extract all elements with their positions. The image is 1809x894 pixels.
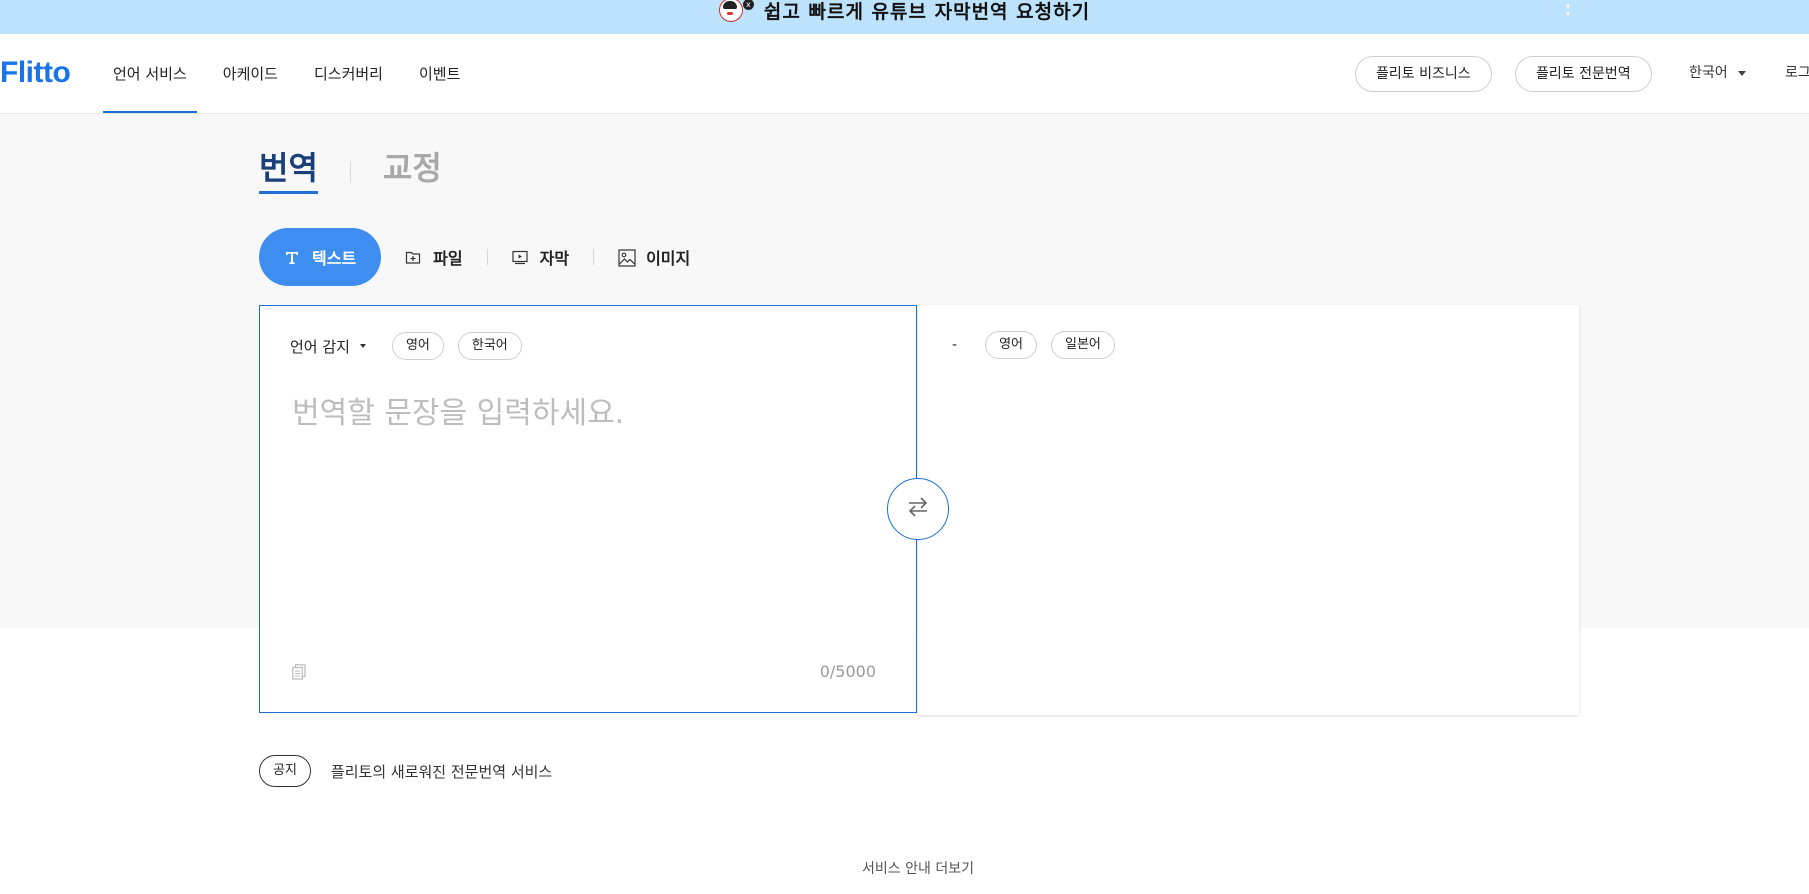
- nav-language-services[interactable]: 언어 서비스: [103, 34, 197, 113]
- site-header: Flitto 언어 서비스 아케이드 디스커버리 이벤트 플리토 비즈니스 플리…: [0, 34, 1809, 114]
- caret-down-icon: [359, 344, 366, 348]
- swap-languages-button[interactable]: [887, 478, 949, 540]
- swap-arrows-icon: [905, 494, 931, 524]
- tab-translate[interactable]: 번역: [259, 143, 318, 194]
- tab-text[interactable]: 텍스트: [259, 228, 382, 286]
- target-language-row: - 영어 일본어: [952, 331, 1129, 359]
- service-info-more-link[interactable]: 서비스 안내 더보기: [0, 858, 1809, 878]
- nav-discovery[interactable]: 디스커버리: [304, 34, 393, 113]
- flitto-logo[interactable]: Flitto: [0, 56, 71, 90]
- source-lang-chip-english[interactable]: 영어: [391, 332, 444, 360]
- close-icon[interactable]: x: [742, 0, 754, 10]
- pro-translation-button[interactable]: 플리토 전문번역: [1515, 56, 1652, 92]
- input-type-tabs: 텍스트 파일 자막 이미지: [259, 228, 690, 286]
- promo-banner[interactable]: x 쉽고 빠르게 유튜브 자막번역 요청하기 ⋮: [0, 0, 1809, 34]
- character-count: 0/5000: [819, 662, 876, 681]
- divider: [593, 249, 595, 265]
- copy-icon[interactable]: [292, 664, 306, 680]
- divider: [349, 161, 351, 183]
- language-selector[interactable]: 한국어: [1689, 56, 1746, 90]
- notice-badge: 공지: [259, 755, 311, 787]
- source-language-row: 언어 감지 영어 한국어: [290, 332, 536, 360]
- image-icon: [618, 249, 636, 267]
- login-link[interactable]: 로그인: [1785, 56, 1809, 90]
- tab-file[interactable]: 파일: [405, 245, 463, 269]
- avatar-icon: [718, 0, 743, 22]
- target-lang-chip-japanese[interactable]: 일본어: [1050, 331, 1115, 359]
- target-language-dropdown[interactable]: -: [952, 337, 957, 353]
- video-icon: [512, 249, 528, 265]
- business-button[interactable]: 플리토 비즈니스: [1355, 56, 1492, 92]
- kebab-menu-icon[interactable]: ⋮: [1557, 0, 1579, 18]
- caret-down-icon: [1737, 70, 1746, 76]
- banner-text[interactable]: 쉽고 빠르게 유튜브 자막번역 요청하기: [764, 0, 1090, 24]
- tab-subtitle[interactable]: 자막: [512, 245, 569, 269]
- target-lang-chip-english[interactable]: 영어: [985, 331, 1037, 359]
- target-panel: - 영어 일본어: [918, 305, 1579, 715]
- main-nav: 언어 서비스 아케이드 디스커버리 이벤트: [103, 34, 486, 113]
- source-lang-chip-korean[interactable]: 한국어: [457, 332, 522, 360]
- language-selector-label: 한국어: [1689, 65, 1728, 81]
- text-format-icon: [284, 249, 300, 265]
- mode-tabs: 번역 교정: [259, 143, 442, 194]
- tab-subtitle-label: 자막: [539, 249, 570, 268]
- source-panel[interactable]: 언어 감지 영어 한국어 번역할 문장을 입력하세요. 0/5000: [259, 305, 917, 713]
- tab-image[interactable]: 이미지: [618, 245, 690, 269]
- detect-language-dropdown[interactable]: 언어 감지: [290, 336, 350, 357]
- nav-events[interactable]: 이벤트: [409, 34, 470, 113]
- nav-arcade[interactable]: 아케이드: [213, 34, 288, 113]
- tab-text-label: 텍스트: [312, 249, 357, 268]
- tab-proofread[interactable]: 교정: [383, 143, 442, 189]
- tab-file-label: 파일: [433, 249, 463, 268]
- notice-link[interactable]: 플리토의 새로워진 전문번역 서비스: [331, 761, 552, 782]
- tab-image-label: 이미지: [646, 249, 691, 268]
- divider: [486, 249, 488, 265]
- file-icon: [405, 249, 421, 265]
- notice-bar: 공지 플리토의 새로워진 전문번역 서비스: [259, 755, 552, 787]
- source-text-input[interactable]: 번역할 문장을 입력하세요.: [292, 388, 624, 432]
